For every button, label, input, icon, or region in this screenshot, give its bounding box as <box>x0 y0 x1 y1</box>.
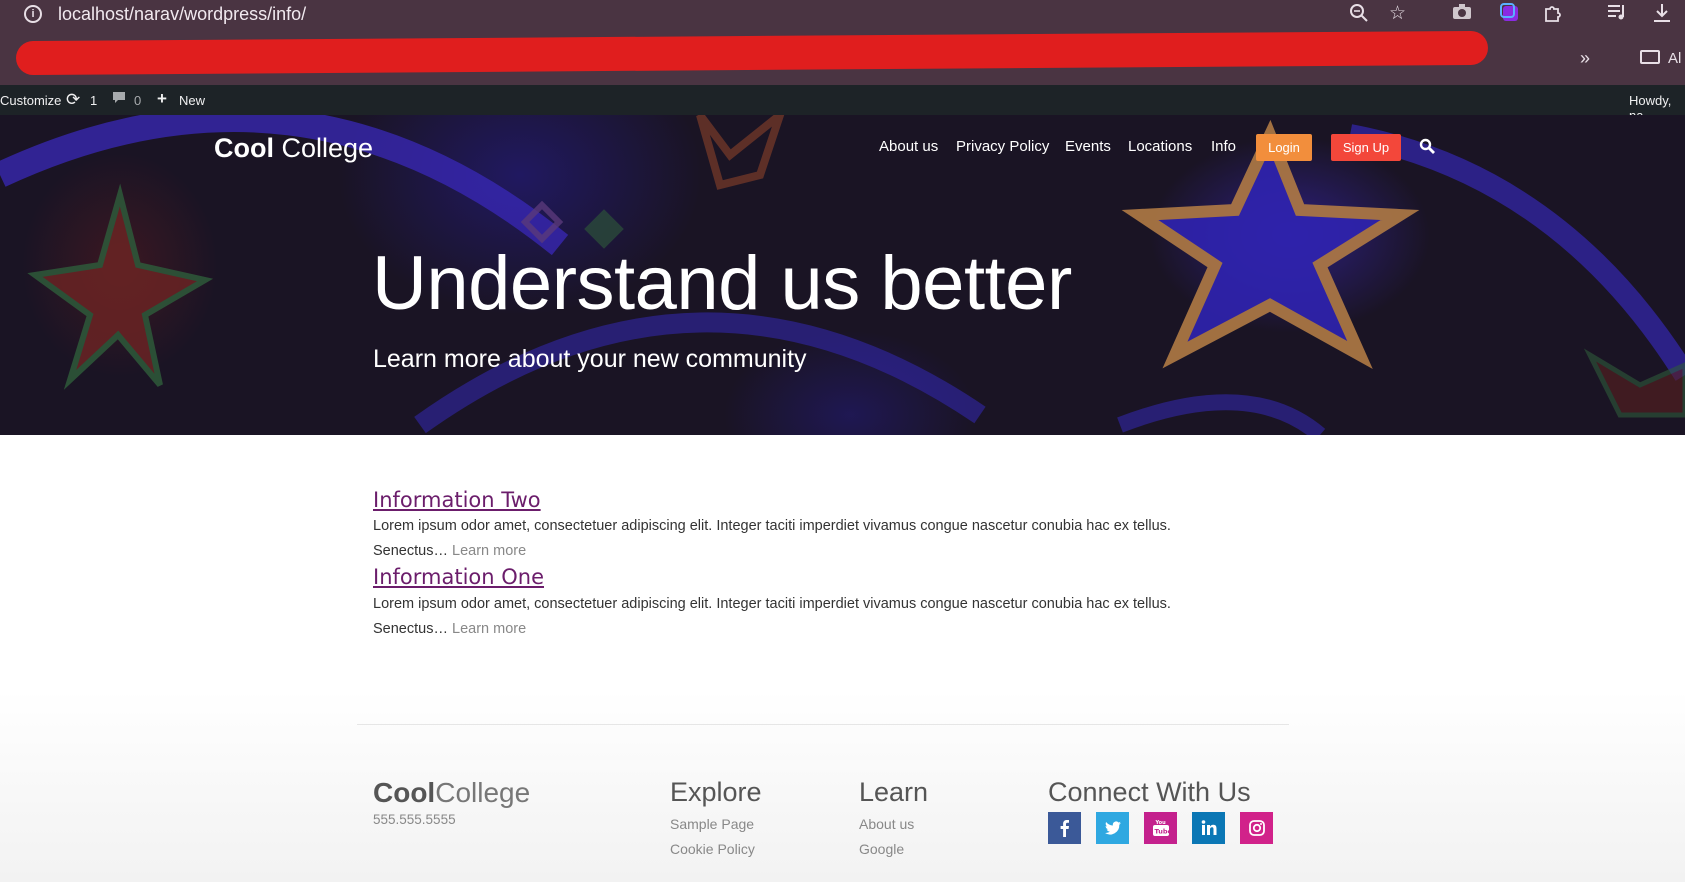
post-excerpt-text: Lorem ipsum odor amet, consectetuer adip… <box>373 518 1171 534</box>
footer-link-google[interactable]: Google <box>859 841 904 857</box>
svg-text:Tube: Tube <box>1154 828 1170 836</box>
hero-banner: Cool College About us Privacy Policy Eve… <box>0 115 1685 435</box>
all-bookmarks-folder-icon[interactable] <box>1640 50 1660 64</box>
new-content-link[interactable]: New <box>179 93 205 108</box>
nav-info[interactable]: Info <box>1211 138 1236 155</box>
footer-link-about-us[interactable]: About us <box>859 816 914 832</box>
nav-privacy-policy[interactable]: Privacy Policy <box>956 138 1049 155</box>
hero-subtitle: Learn more about your new community <box>373 345 807 373</box>
post-excerpt-text: Senectus… <box>373 543 448 559</box>
nav-about-us[interactable]: About us <box>879 138 938 155</box>
post-excerpt: Lorem ipsum odor amet, consectetuer adip… <box>373 592 1233 642</box>
site-footer <box>0 690 1685 882</box>
all-bookmarks-label[interactable]: Al <box>1668 50 1681 67</box>
zoom-icon[interactable] <box>1349 3 1369 29</box>
linkedin-icon[interactable] <box>1192 812 1225 844</box>
footer-logo[interactable]: CoolCollege <box>373 777 530 809</box>
post-excerpt-text: Senectus… <box>373 621 448 637</box>
twitter-icon[interactable] <box>1096 812 1129 844</box>
learn-more-link[interactable]: Learn more <box>452 621 526 637</box>
instagram-icon[interactable] <box>1240 812 1273 844</box>
site-logo-bold: Cool <box>214 133 274 163</box>
login-button[interactable]: Login <box>1256 134 1312 161</box>
bookmark-star-icon[interactable]: ☆ <box>1389 3 1406 25</box>
hero-title: Understand us better <box>372 241 1072 326</box>
address-bar[interactable]: localhost/narav/wordpress/info/ <box>58 4 306 25</box>
nav-events[interactable]: Events <box>1065 138 1111 155</box>
comments-count[interactable]: 0 <box>134 93 141 108</box>
footer-learn-heading: Learn <box>859 777 929 807</box>
signup-button[interactable]: Sign Up <box>1331 134 1401 161</box>
new-plus-icon[interactable]: + <box>157 89 167 109</box>
download-icon[interactable] <box>1652 3 1672 29</box>
facebook-icon[interactable] <box>1048 812 1081 844</box>
svg-text:You: You <box>1154 820 1166 826</box>
media-queue-icon[interactable] <box>1607 3 1627 27</box>
footer-link-cookie-policy[interactable]: Cookie Policy <box>670 841 755 857</box>
updates-icon[interactable]: ⟳ <box>66 90 80 110</box>
search-icon[interactable] <box>1419 138 1435 154</box>
nav-locations[interactable]: Locations <box>1128 138 1192 155</box>
extensions-puzzle-icon[interactable] <box>1543 3 1563 29</box>
comments-icon[interactable] <box>112 91 126 108</box>
footer-link-sample-page[interactable]: Sample Page <box>670 816 754 832</box>
youtube-icon[interactable]: You Tube <box>1144 812 1177 844</box>
post-title-information-one[interactable]: Information One <box>373 565 544 589</box>
learn-more-link[interactable]: Learn more <box>452 543 526 559</box>
footer-logo-thin: College <box>435 777 531 808</box>
camera-extension-icon[interactable] <box>1452 3 1472 27</box>
site-info-icon[interactable]: i <box>24 5 42 23</box>
bookmarks-overflow-icon[interactable]: » <box>1580 48 1590 69</box>
footer-phone: 555.555.5555 <box>373 812 456 827</box>
site-logo[interactable]: Cool College <box>214 133 373 164</box>
updates-count[interactable]: 1 <box>90 93 97 108</box>
customize-link[interactable]: Customize <box>0 93 61 108</box>
post-title-information-two[interactable]: Information Two <box>373 488 541 512</box>
footer-connect-heading: Connect With Us <box>1048 777 1251 807</box>
footer-divider <box>357 724 1289 725</box>
extension-purple-icon[interactable] <box>1500 3 1520 29</box>
site-logo-thin: College <box>281 133 374 163</box>
post-excerpt-text: Lorem ipsum odor amet, consectetuer adip… <box>373 596 1171 612</box>
footer-logo-bold: Cool <box>373 777 436 808</box>
post-excerpt: Lorem ipsum odor amet, consectetuer adip… <box>373 514 1233 564</box>
wp-admin-bar: Customize ⟳ 1 0 + New Howdy, na <box>0 85 1685 123</box>
footer-explore-heading: Explore <box>670 777 762 807</box>
